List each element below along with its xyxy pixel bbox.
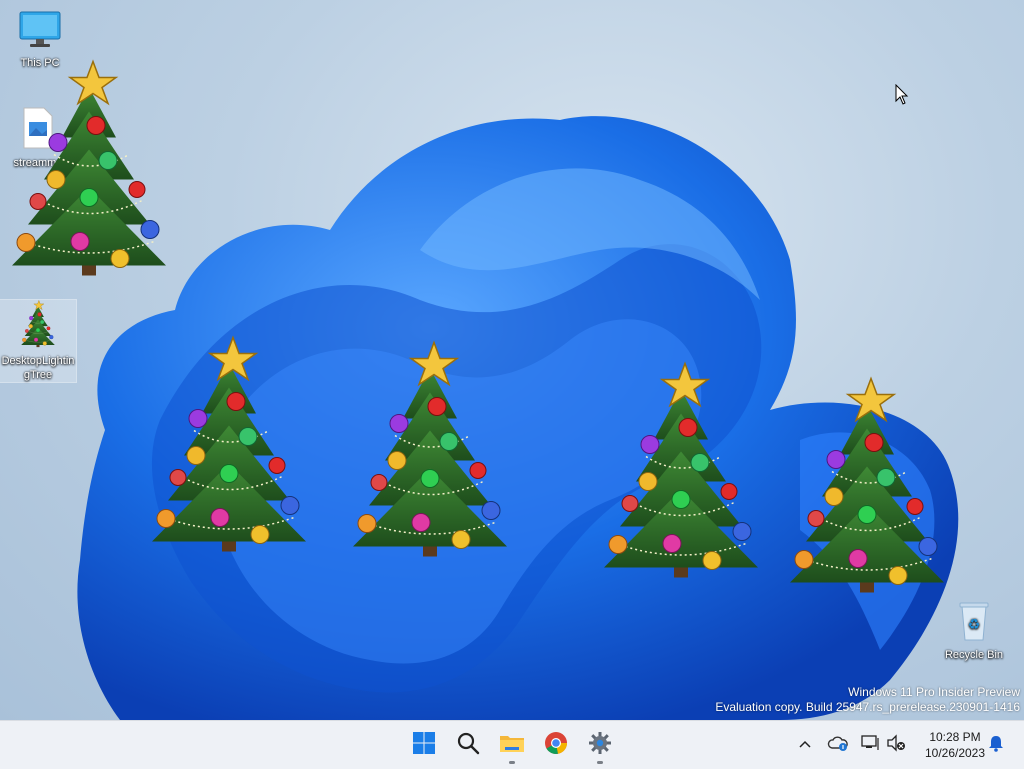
file-explorer-button[interactable] xyxy=(492,725,532,765)
search-icon xyxy=(456,731,480,760)
chrome-button[interactable] xyxy=(536,725,576,765)
running-indicator xyxy=(597,761,603,764)
watermark-build: Evaluation copy. Build 25947.rs_prerelea… xyxy=(715,700,1020,714)
christmas-tree-2 xyxy=(144,328,314,563)
christmas-tree-1 xyxy=(4,52,174,287)
svg-text:♻: ♻ xyxy=(968,617,981,633)
start-button[interactable] xyxy=(404,725,444,765)
notification-center-button[interactable] xyxy=(984,729,1008,761)
taskbar: 10:28 PM 10/26/2023 xyxy=(0,720,1024,769)
christmas-tree-3 xyxy=(345,333,515,568)
tree-app-icon xyxy=(0,300,76,352)
evaluation-watermark: Windows 11 Pro Insider Preview Evaluatio… xyxy=(715,685,1020,715)
notification-bell-icon xyxy=(987,734,1005,757)
network-tray-button[interactable] xyxy=(858,729,882,761)
monitor-icon xyxy=(2,10,78,54)
desktop[interactable]: This PC streamma DesktopLightingTree ♻ R… xyxy=(0,0,1024,720)
folder-icon xyxy=(499,731,525,760)
desktop-icon-recycle-bin[interactable]: ♻ Recycle Bin xyxy=(936,598,1012,662)
desktop-icon-label: Recycle Bin xyxy=(944,649,1004,661)
recycle-bin-icon: ♻ xyxy=(936,598,1012,646)
chrome-icon xyxy=(544,731,568,760)
onedrive-icon xyxy=(827,734,849,757)
network-icon xyxy=(860,734,880,757)
onedrive-tray-button[interactable] xyxy=(824,729,852,761)
gear-icon xyxy=(588,731,612,760)
mouse-cursor-icon xyxy=(895,83,909,111)
desktop-icon-label: DesktopLightingTree xyxy=(1,355,75,381)
running-indicator xyxy=(509,761,515,764)
volume-tray-button[interactable] xyxy=(884,729,908,761)
christmas-tree-4 xyxy=(596,354,766,589)
settings-button[interactable] xyxy=(580,725,620,765)
tray-overflow-button[interactable] xyxy=(794,729,816,761)
windows-start-icon xyxy=(412,731,436,760)
desktop-icon-desktoplightingtree[interactable]: DesktopLightingTree xyxy=(0,299,77,383)
volume-muted-icon xyxy=(886,733,906,757)
christmas-tree-5 xyxy=(782,369,952,604)
watermark-edition: Windows 11 Pro Insider Preview xyxy=(848,685,1020,699)
chevron-up-icon xyxy=(798,736,812,754)
search-button[interactable] xyxy=(448,725,488,765)
